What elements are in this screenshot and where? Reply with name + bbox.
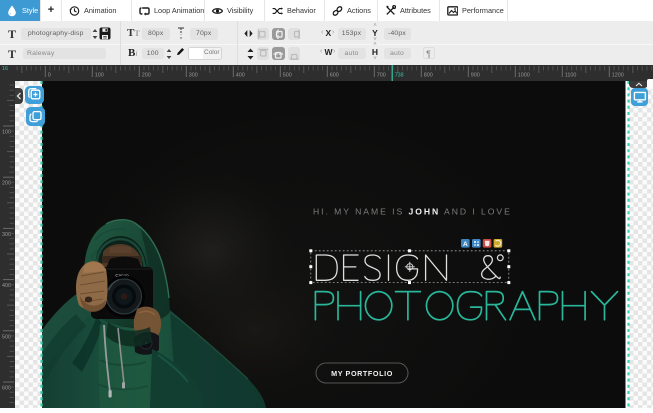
svg-text:A: A <box>463 241 468 248</box>
svg-text:600: 600 <box>330 73 339 79</box>
svg-text:500: 500 <box>283 73 292 79</box>
svg-text:100: 100 <box>95 73 104 79</box>
svg-text:1000: 1000 <box>518 73 530 79</box>
svg-text:900: 900 <box>471 73 480 79</box>
svg-text:400: 400 <box>236 73 245 79</box>
svg-text:0: 0 <box>48 73 51 79</box>
svg-text:738: 738 <box>395 73 404 79</box>
svg-text:100: 100 <box>2 130 11 136</box>
svg-text:HI. MY NAME IS JOHN AND I LOVE: HI. MY NAME IS JOHN AND I LOVE <box>313 207 512 217</box>
svg-text:300: 300 <box>2 232 11 238</box>
svg-text:700: 700 <box>377 73 386 79</box>
svg-text:1200: 1200 <box>612 73 624 79</box>
svg-text:500: 500 <box>2 334 11 340</box>
svg-text:200: 200 <box>142 73 151 79</box>
svg-text:1100: 1100 <box>565 73 577 79</box>
svg-text:600: 600 <box>2 386 11 392</box>
svg-text:800: 800 <box>424 73 433 79</box>
svg-text:200: 200 <box>2 181 11 187</box>
svg-text:400: 400 <box>2 283 11 289</box>
svg-text:MY PORTFOLIO: MY PORTFOLIO <box>331 369 393 378</box>
svg-text:300: 300 <box>189 73 198 79</box>
